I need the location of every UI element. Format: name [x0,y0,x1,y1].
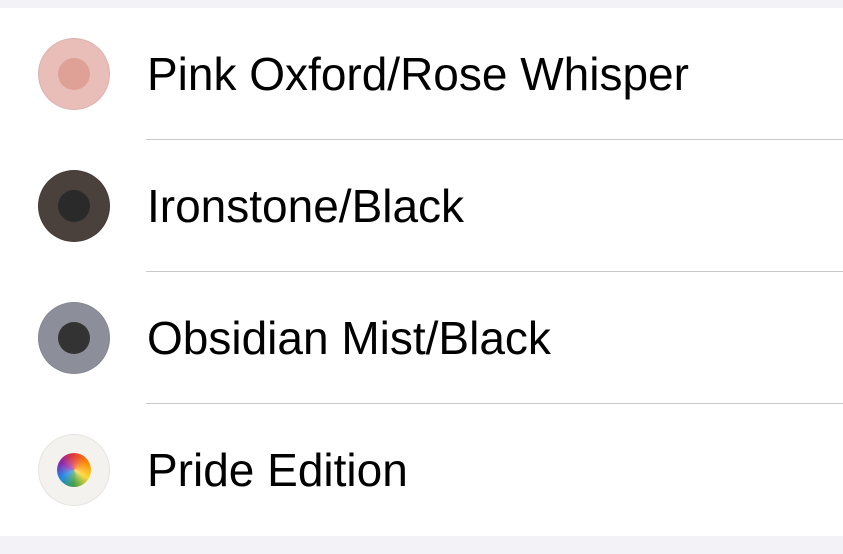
color-option-pink-oxford[interactable]: Pink Oxford/Rose Whisper [0,8,843,140]
obsidian-mist-swatch-icon [38,302,110,374]
swatch-center [57,453,91,487]
color-option-ironstone[interactable]: Ironstone/Black [0,140,843,272]
color-option-pride-edition[interactable]: Pride Edition [0,404,843,536]
pink-oxford-swatch-icon [38,38,110,110]
color-option-label: Ironstone/Black [147,180,465,232]
color-option-label: Obsidian Mist/Black [147,312,551,364]
ironstone-swatch-icon [38,170,110,242]
color-options-list: Pink Oxford/Rose Whisper Ironstone/Black… [0,8,843,536]
swatch-center [58,58,90,90]
swatch-center [58,190,90,222]
pride-swatch-icon [38,434,110,506]
swatch-center [58,322,90,354]
color-picker-screen: Pink Oxford/Rose Whisper Ironstone/Black… [0,0,843,554]
color-option-label: Pink Oxford/Rose Whisper [147,48,689,100]
color-option-label: Pride Edition [147,444,408,496]
color-option-obsidian-mist[interactable]: Obsidian Mist/Black [0,272,843,404]
